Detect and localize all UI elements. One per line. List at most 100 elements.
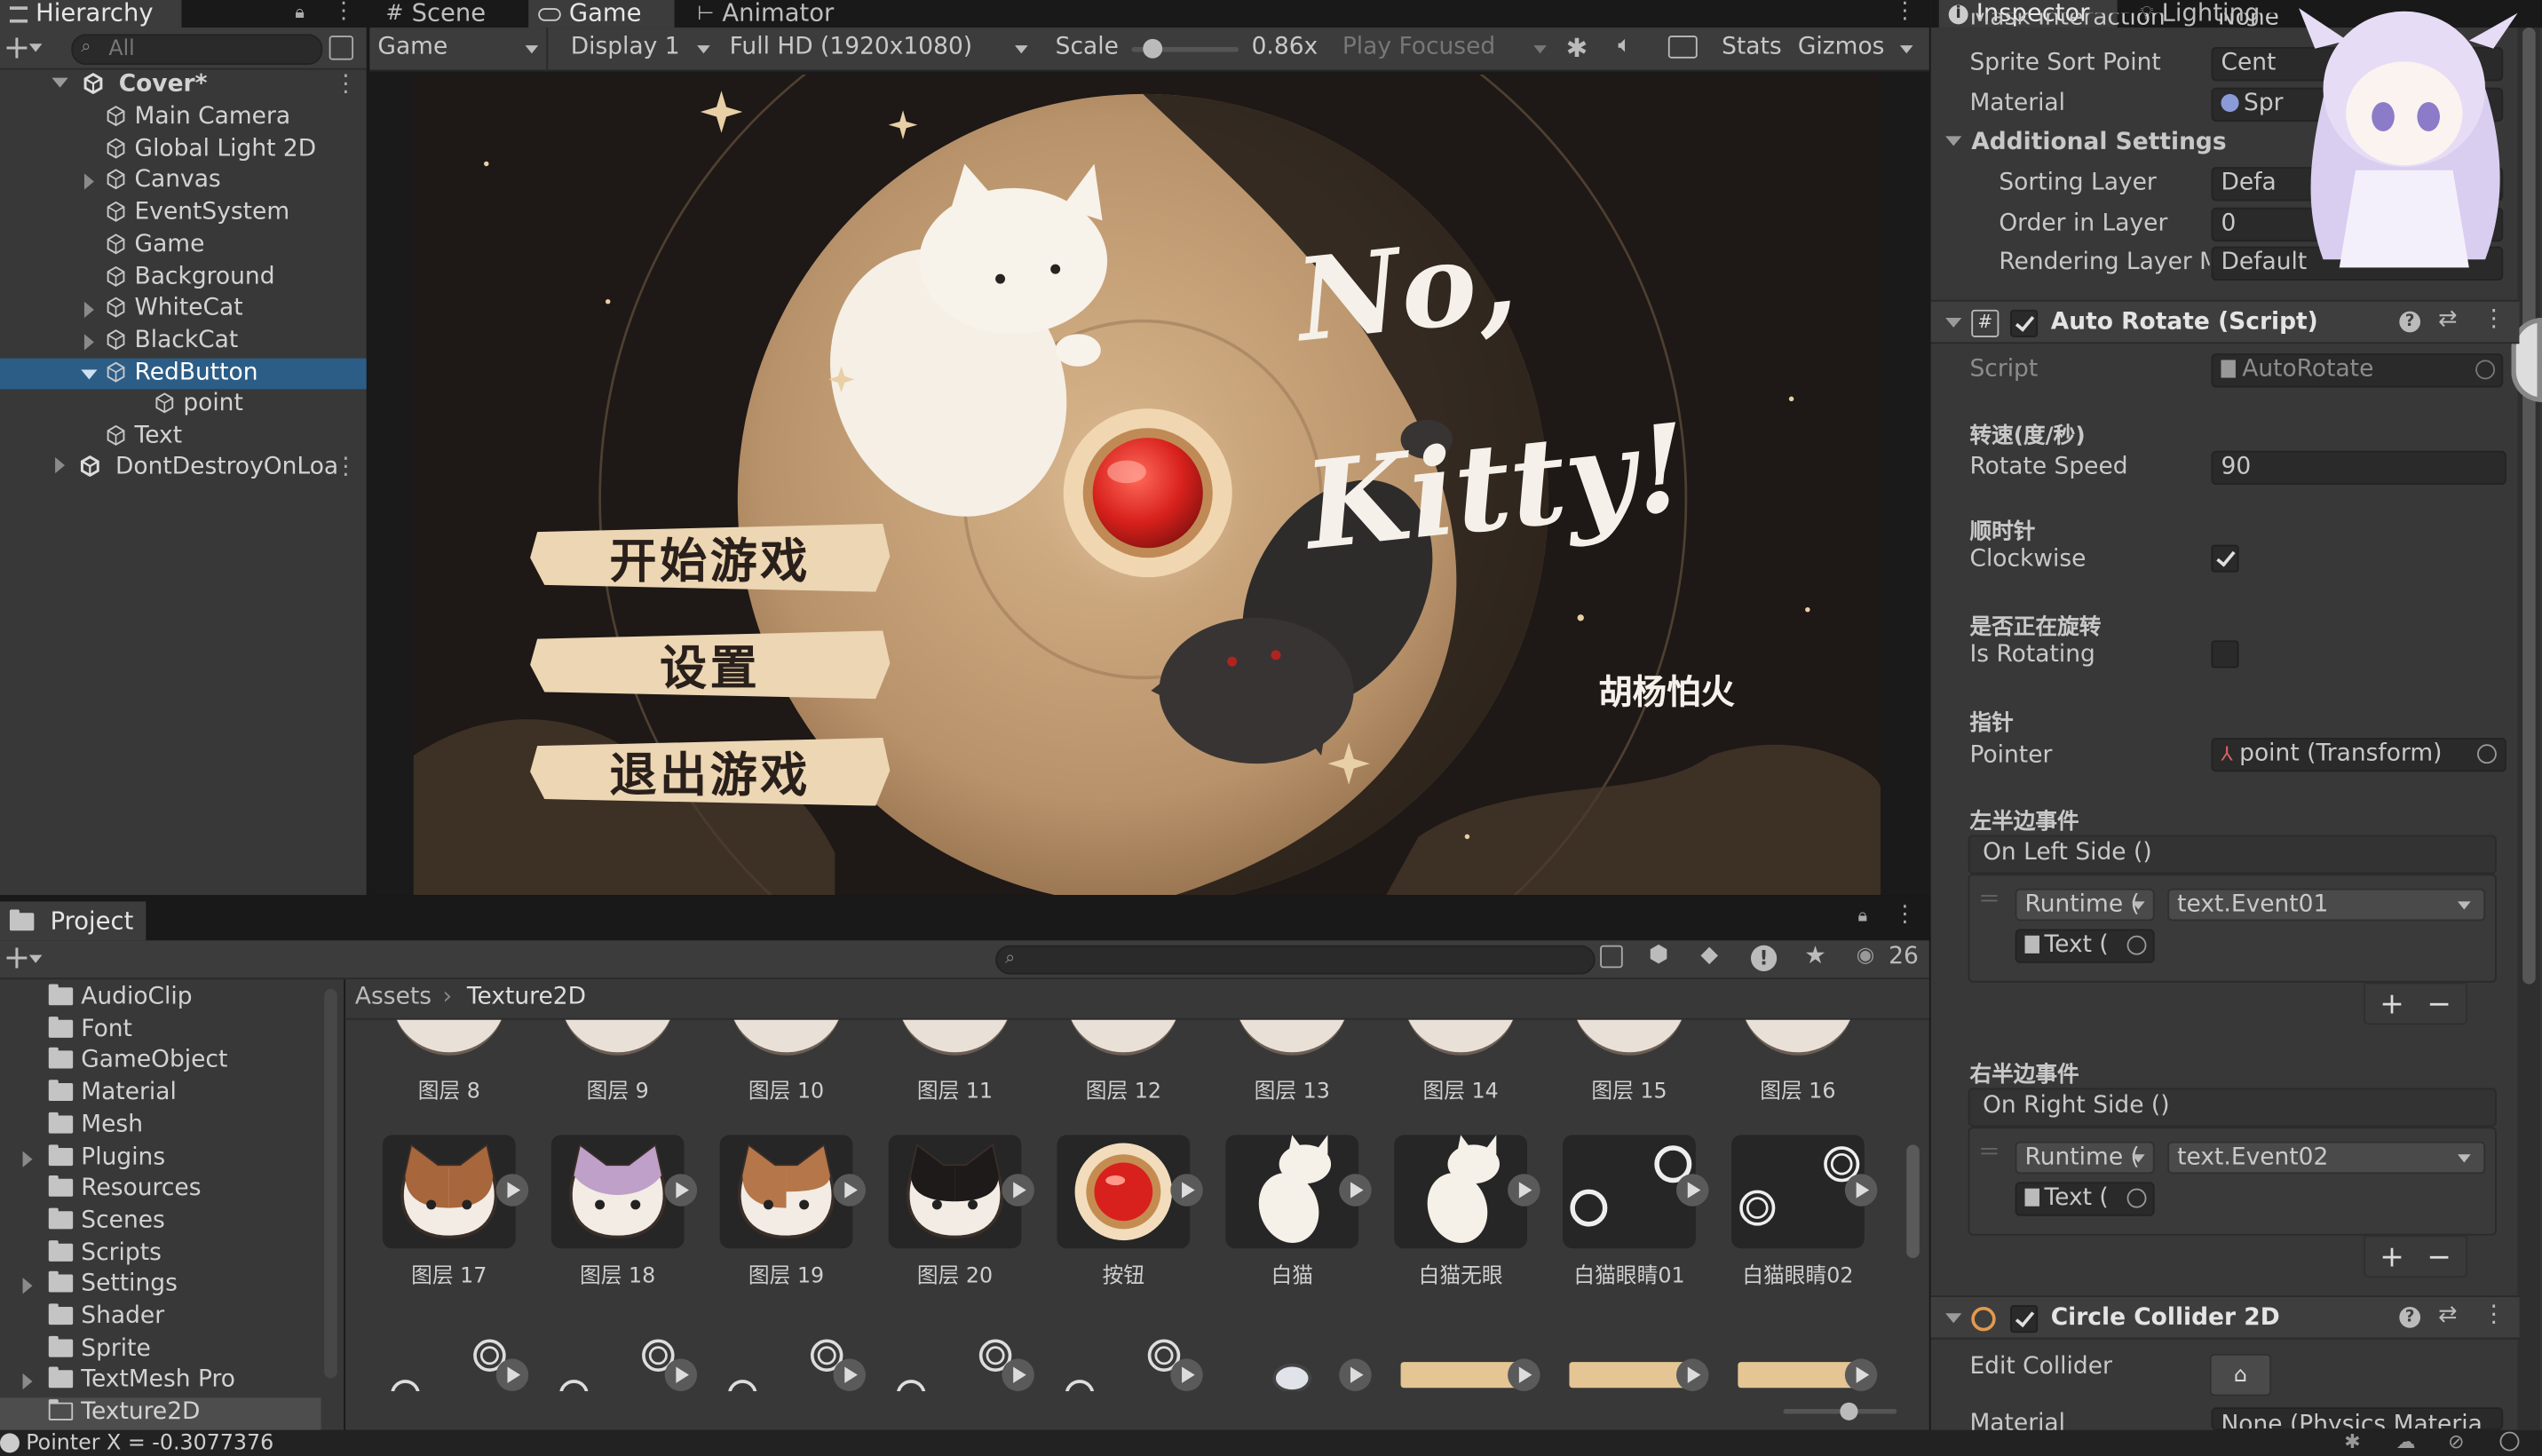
hierarchy-item[interactable]: WhiteCat [0,294,367,326]
hierarchy-item[interactable]: Text [0,422,367,454]
hierarchy-item[interactable]: Background [0,262,367,294]
hierarchy-item[interactable]: EventSystem [0,198,367,230]
folder-item[interactable]: TextMesh Pro [0,1365,308,1397]
folder-item[interactable]: Font [0,1015,308,1047]
expand-play-icon[interactable] [1170,1358,1203,1391]
chevron-down-icon[interactable] [28,44,43,52]
right-runtime-dropdown[interactable]: Runtime ( [2015,1141,2155,1175]
warning-icon[interactable]: ! [1750,945,1778,971]
kebab-menu-icon[interactable]: ⋮ [334,453,357,485]
folder-item[interactable]: Plugins [0,1143,308,1175]
chevron-right-icon[interactable] [83,174,94,191]
kebab-menu-icon[interactable]: ⋮ [1894,901,1917,927]
folder-item[interactable]: Texture2D [0,1397,321,1430]
asset-thumbnail[interactable] [1235,1019,1350,1059]
expand-play-icon[interactable] [833,1358,867,1391]
hierarchy-item[interactable]: RedButton [0,357,367,390]
asset-thumbnail[interactable] [1563,1320,1696,1391]
asset-thumbnail[interactable] [898,1019,1012,1059]
expand-play-icon[interactable] [833,1174,867,1207]
hierarchy-item[interactable]: Global Light 2D [0,134,367,166]
expand-play-icon[interactable] [1339,1174,1372,1207]
asset-thumbnail[interactable] [1225,1320,1358,1391]
hierarchy-search-input[interactable]: ⌕ All [71,34,323,66]
tab-project[interactable]: Project [0,901,147,941]
asset-thumbnail[interactable] [1741,1019,1855,1059]
tab-animator[interactable]: ⊢ Animator [687,0,850,28]
game-menu-button[interactable]: 设置 [530,630,891,700]
plus-icon[interactable]: + [2380,1239,2404,1273]
resolution-dropdown[interactable]: Full HD (1920x1080) [720,28,1038,71]
kebab-menu-icon[interactable]: ⋮ [332,0,355,24]
console-last-message[interactable]: Pointer X = -0.3077376 [26,1432,273,1456]
chevron-down-icon[interactable] [28,954,43,963]
breadcrumb-texture2d[interactable]: Texture2D [467,985,586,1010]
tab-game[interactable]: Game [528,0,675,28]
expand-play-icon[interactable] [1675,1174,1709,1207]
kebab-menu-icon[interactable]: ⋮ [334,70,357,102]
hierarchy-item[interactable]: Game [0,230,367,262]
speaker-icon[interactable]: 🔈︎ [1618,33,1631,59]
help-icon[interactable]: ? [2399,1306,2421,1328]
search-scope-icon[interactable] [1600,945,1623,969]
expand-play-icon[interactable] [495,1174,529,1207]
thumbnail-size-slider[interactable] [1783,1402,1897,1420]
folder-item[interactable]: Scenes [0,1207,308,1238]
folder-item[interactable]: Resources [0,1175,308,1207]
asset-thumbnail[interactable] [889,1320,1022,1391]
asset-thumbnail[interactable] [1394,1320,1527,1391]
auto-rotate-header[interactable]: # Auto Rotate (Script) ? ⇄ ⋮ [1930,299,2520,344]
asset-thumbnail[interactable] [729,1019,843,1059]
asset-grid-scrollbar[interactable] [1906,1032,1920,1373]
chevron-right-icon[interactable] [22,1278,33,1294]
scale-slider[interactable] [1131,38,1239,59]
folder-item[interactable]: Shader [0,1302,308,1334]
asset-thumbnail[interactable] [1572,1019,1686,1059]
chevron-down-icon[interactable] [1899,45,1913,54]
folder-item[interactable]: Material [0,1079,308,1111]
gizmos-button[interactable]: Gizmos [1798,34,1885,59]
drag-handle-icon[interactable] [1981,1148,1998,1155]
folder-item[interactable]: Sprite [0,1333,308,1365]
tab-hierarchy[interactable]: Hierarchy [0,0,182,28]
asset-thumbnail[interactable] [392,1019,506,1059]
right-target-field[interactable]: Text ( [2015,1182,2155,1216]
bug-icon[interactable]: ✱ [1566,33,1588,64]
asset-thumbnail[interactable] [1057,1320,1190,1391]
kebab-menu-icon[interactable]: ⋮ [1894,0,1917,24]
is-rotating-checkbox[interactable] [2211,640,2239,669]
expand-play-icon[interactable] [495,1358,529,1391]
keyboard-icon[interactable] [1667,36,1698,59]
stats-button[interactable]: Stats [1722,34,1782,59]
game-canvas[interactable]: No, Kitty! 胡杨怕火 开始游戏 设置 退出游戏 [413,75,1881,896]
asset-thumbnail[interactable] [560,1019,675,1059]
expand-play-icon[interactable] [1170,1174,1203,1207]
folder-item[interactable]: Scripts [0,1238,308,1270]
asset-thumbnail[interactable] [1404,1019,1518,1059]
game-menu-button[interactable]: 开始游戏 [530,523,891,592]
left-function-dropdown[interactable]: text.Event01 [2167,888,2486,922]
kebab-menu-icon[interactable]: ⋮ [2482,1302,2505,1328]
folder-item[interactable]: AudioClip [0,983,308,1015]
preset-icon[interactable]: ⇄ [2438,1302,2457,1328]
filter-type-icon[interactable]: ⬢ [1649,942,1668,968]
asset-thumbnail[interactable] [551,1320,685,1391]
expand-play-icon[interactable] [664,1358,698,1391]
asset-thumbnail[interactable] [1066,1019,1181,1059]
expand-play-icon[interactable] [1339,1358,1372,1391]
minus-icon[interactable]: − [2427,986,2451,1020]
right-function-dropdown[interactable]: text.Event02 [2167,1141,2486,1175]
minus-icon[interactable]: − [2427,1239,2451,1273]
chevron-right-icon[interactable] [22,1373,33,1390]
expand-play-icon[interactable] [1002,1358,1034,1391]
drag-handle-icon[interactable] [1981,895,1998,902]
hierarchy-item[interactable]: Canvas [0,166,367,198]
network-icon[interactable]: ⊘ [2448,1430,2464,1453]
hierarchy-scene-root[interactable]: Cover* ⋮ [0,70,367,102]
folder-item[interactable]: Mesh [0,1111,308,1143]
scale-slider-knob[interactable] [1143,38,1163,59]
cloud-icon[interactable]: ☁ [2396,1430,2416,1453]
asset-thumbnail[interactable] [383,1320,516,1391]
folder-tree-scrollbar[interactable] [324,989,337,1379]
plus-icon[interactable]: + [2380,986,2404,1020]
